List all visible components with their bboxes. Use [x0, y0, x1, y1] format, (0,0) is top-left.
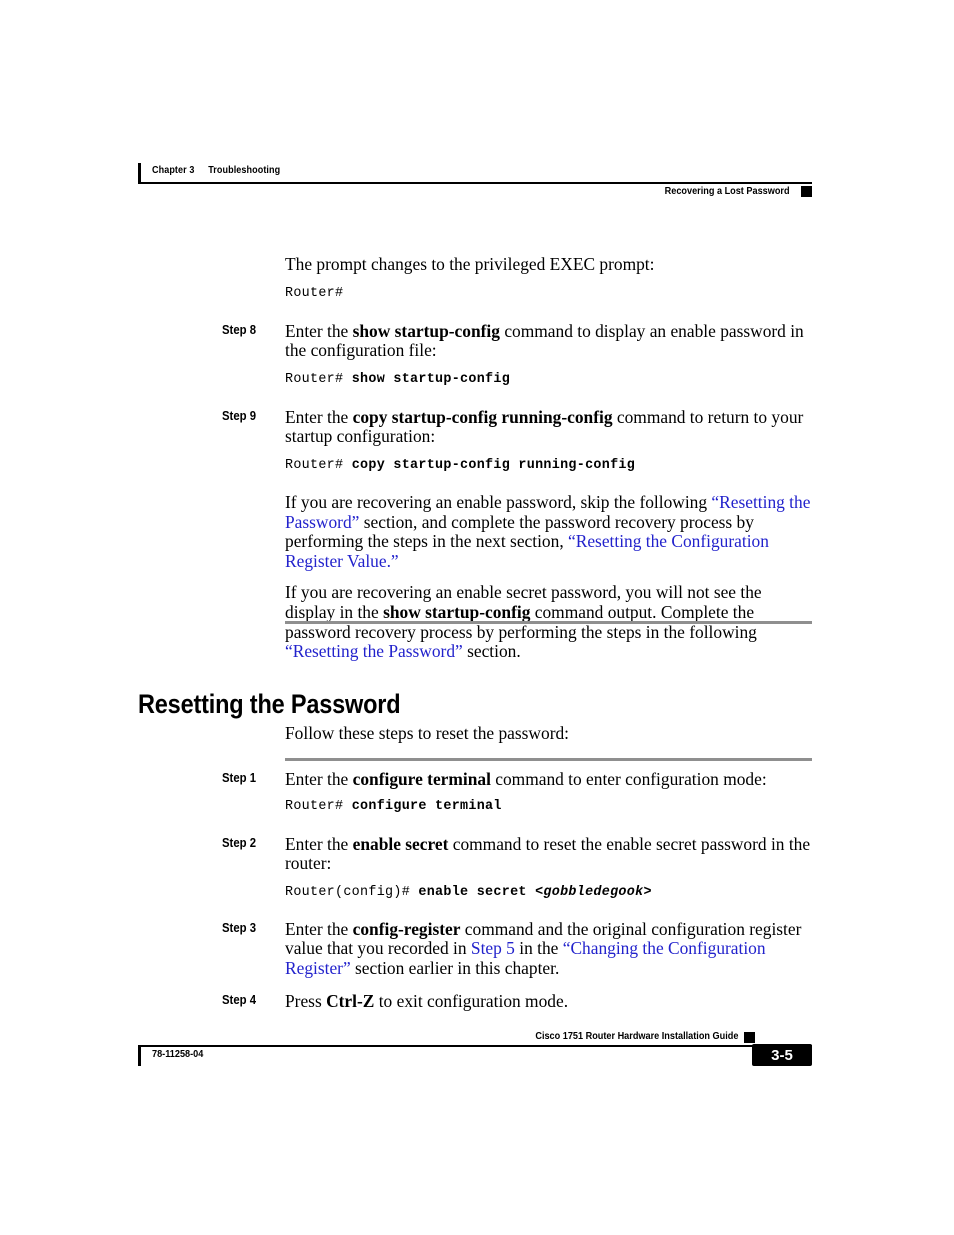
section-intro-text: Follow these steps to reset the password…: [285, 723, 570, 743]
page-content: The prompt changes to the privileged EXE…: [138, 254, 814, 662]
step-4-text-before: Press: [285, 990, 327, 1011]
document-page: Chapter 3 Troubleshooting Recovering a Lo…: [0, 0, 954, 1235]
step-3-text-after: section earlier in this chapter.: [350, 957, 560, 978]
step-9-text-before: Enter the: [285, 406, 353, 427]
code-argument: <gobbledegook>: [535, 884, 652, 900]
header-rule: [138, 182, 812, 185]
footer-square-marker-icon: [744, 1032, 755, 1043]
code-prompt: Router(config)#: [285, 884, 419, 900]
footer-left-tick: [138, 1047, 141, 1066]
step-3-text-mid2: in the: [514, 938, 563, 959]
step-8-block: Step 8 Enter the show startup-config com…: [138, 320, 814, 361]
step-4-text: Press Ctrl-Z to exit configuration mode.: [285, 990, 814, 1012]
step-1-text: Enter the configure terminal command to …: [285, 769, 814, 790]
section-steps: Step 1 Enter the configure terminal comm…: [138, 769, 814, 1012]
code-line: Router(config)# enable secret <gobbledeg…: [285, 884, 814, 902]
note1-seg1: If you are recovering an enable password…: [285, 491, 712, 512]
step-9-command: copy startup-config running-config: [352, 406, 613, 427]
note-enable-password-text: If you are recovering an enable password…: [285, 491, 814, 571]
header-square-marker-icon: [801, 186, 812, 197]
step-2-command: enable secret: [352, 833, 449, 854]
header-section-title: Recovering a Lost Password: [665, 185, 790, 197]
step-9-text: Enter the copy startup-config running-co…: [285, 406, 814, 447]
header-chapter-title: Troubleshooting: [208, 164, 281, 176]
step-2-text-before: Enter the: [285, 833, 353, 854]
step-8-code-block: Router# show startup-config: [138, 371, 814, 389]
header-top-row: Chapter 3 Troubleshooting: [138, 163, 812, 185]
header-chapter-number: Chapter 3: [152, 164, 195, 176]
step-4-text-after: to exit configuration mode.: [374, 990, 569, 1011]
code-prompt: Router#: [285, 798, 352, 814]
section-divider-rule-top: [285, 621, 812, 624]
step-1-block: Step 1 Enter the configure terminal comm…: [138, 769, 814, 790]
step-3-text-before: Enter the: [285, 918, 353, 939]
step-4-block: Step 4 Press Ctrl-Z to exit configuratio…: [138, 990, 814, 1012]
step-4-label: Step 4: [222, 992, 257, 1007]
step-2-text: Enter the enable secret command to reset…: [285, 833, 814, 874]
section-divider-rule-bottom: [285, 758, 812, 761]
code-command: copy startup-config running-config: [351, 457, 636, 473]
code-command: configure terminal: [351, 798, 502, 814]
code-line: Router# configure terminal: [285, 798, 814, 816]
header-bottom-row: Recovering a Lost Password: [138, 185, 812, 203]
footer-page-number-badge: 3-5: [752, 1044, 812, 1066]
step-1-text-after: command to enter configuration mode:: [490, 769, 767, 789]
intro-paragraph-block: The prompt changes to the privileged EXE…: [138, 254, 814, 275]
link-resetting-the-password-2[interactable]: “Resetting the Password”: [285, 641, 463, 661]
code-line: Router# show startup-config: [285, 371, 814, 389]
step-2-label: Step 2: [222, 835, 257, 850]
code-prompt: Router#: [285, 457, 352, 473]
code-block-router-prompt: Router#: [138, 285, 814, 303]
step-8-text-before: Enter the: [285, 320, 353, 341]
step-9-code-block: Router# copy startup-config running-conf…: [138, 457, 814, 475]
step-3-block: Step 3 Enter the config-register command…: [138, 918, 814, 979]
step-9-block: Step 9 Enter the copy startup-config run…: [138, 406, 814, 447]
footer-guide-title: Cisco 1751 Router Hardware Installation …: [534, 1030, 738, 1042]
step-8-label: Step 8: [222, 322, 257, 337]
step-3-text: Enter the config-register command and th…: [285, 918, 814, 979]
footer-document-number: 78-11258-04: [152, 1048, 204, 1060]
step-1-code-block: Router# configure terminal: [138, 798, 814, 816]
intro-paragraph: The prompt changes to the privileged EXE…: [285, 254, 655, 274]
step-3-label: Step 3: [222, 920, 257, 935]
step-1-label: Step 1: [222, 771, 257, 785]
section-intro-block: Follow these steps to reset the password…: [138, 723, 814, 744]
link-step-5[interactable]: Step 5: [471, 938, 515, 959]
step-3-command: config-register: [352, 918, 461, 939]
code-command: show startup-config: [351, 371, 511, 387]
code-command: enable secret: [418, 884, 536, 900]
code-line: Router# copy startup-config running-conf…: [285, 457, 814, 475]
code-prompt: Router#: [285, 371, 352, 387]
step-1-command: configure terminal: [352, 769, 491, 789]
step-8-command: show startup-config: [352, 320, 500, 341]
code-prompt: Router#: [285, 285, 344, 301]
code-line: Router#: [285, 285, 814, 303]
running-header: Chapter 3 Troubleshooting Recovering a Lo…: [138, 163, 812, 197]
section-content-intro: Follow these steps to reset the password…: [138, 723, 814, 744]
step-2-block: Step 2 Enter the enable secret command t…: [138, 833, 814, 874]
step-4-command: Ctrl-Z: [326, 990, 375, 1011]
header-chapter: Chapter 3 Troubleshooting: [152, 164, 280, 176]
step-8-text: Enter the show startup-config command to…: [285, 320, 814, 361]
note-enable-password-block: If you are recovering an enable password…: [138, 491, 814, 571]
footer-rule: [138, 1045, 812, 1048]
step-1-text-before: Enter the: [285, 769, 353, 789]
page-title: Resetting the Password: [138, 689, 401, 720]
header-left-tick: [138, 163, 141, 182]
note2-seg3: section.: [462, 641, 521, 662]
running-footer: Cisco 1751 Router Hardware Installation …: [138, 1030, 812, 1076]
step-9-label: Step 9: [222, 408, 257, 423]
step-2-code-block: Router(config)# enable secret <gobbledeg…: [138, 884, 814, 902]
note2-command: show startup-config: [383, 601, 531, 622]
